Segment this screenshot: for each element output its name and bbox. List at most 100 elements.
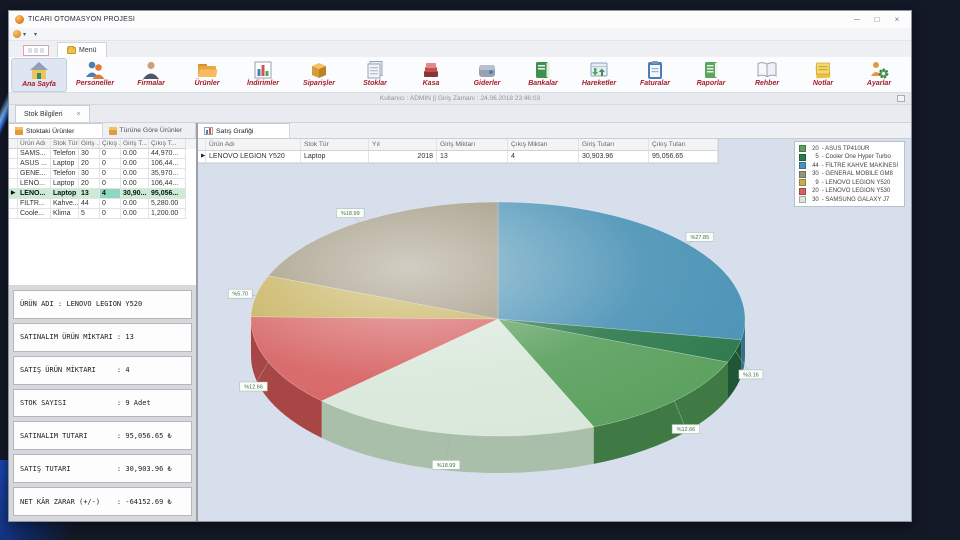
ribbon-item-label: Raporlar: [696, 80, 726, 87]
maximize-button[interactable]: □: [867, 12, 887, 27]
ribbon-item-label: Ana Sayfa: [22, 81, 56, 88]
desktop-background: TICARI OTOMASYON PROJESI ─ □ × ▾ ▾ Menü …: [0, 0, 960, 540]
minimize-button[interactable]: ─: [847, 12, 867, 27]
tab-t-r-ne-g-re-r-nler[interactable]: Türüne Göre Ürünler: [103, 123, 196, 138]
bank-icon: [532, 59, 554, 81]
table-cell: Laptop: [51, 179, 79, 189]
svg-text:%18.99: %18.99: [437, 463, 456, 469]
ribbon-item-sipari-ler[interactable]: Siparişler: [291, 58, 347, 92]
ribbon-item-kasa[interactable]: Kasa: [403, 58, 459, 92]
tab-stok-bilgileri[interactable]: Stok Bilgileri ×: [15, 105, 90, 122]
ribbon-item-label: İndirimler: [247, 80, 279, 87]
table-cell: Laptop: [51, 189, 79, 199]
column-header[interactable]: Çıkış T...: [149, 139, 186, 149]
ribbon-item-bankalar[interactable]: Bankalar: [515, 58, 571, 92]
table-cell: 0: [100, 149, 121, 159]
table-cell: 0.00: [121, 169, 149, 179]
column-header[interactable]: Stok Tür: [51, 139, 79, 149]
legend-item-general-mobile-gm8: 30- GENERAL MOBILE GM8: [798, 170, 898, 178]
ribbon-item-ana-sayfa[interactable]: Ana Sayfa: [11, 58, 67, 92]
table-row[interactable]: ASUS ... Laptop 20 0 0.00 106,44...: [9, 159, 196, 169]
column-header[interactable]: Çıkış Tutarı: [649, 139, 718, 151]
table-row[interactable]: LENO... Laptop 20 0 0.00 106,44...: [9, 179, 196, 189]
close-button[interactable]: ×: [887, 12, 907, 27]
invoice-icon: [644, 59, 666, 81]
table-row-selected[interactable]: ▶ LENO... Laptop 13 4 30,90... 95,056...: [9, 189, 196, 199]
column-header[interactable]: Çıkış Miktarı: [508, 139, 579, 151]
ribbon-item-label: Giderler: [473, 80, 501, 87]
table-cell: 0: [100, 209, 121, 219]
table-cell: 35,970...: [149, 169, 186, 179]
legend-item-lenovo-legion-y530: 20- LENOVO LEGION Y530: [798, 187, 898, 195]
table-cell: 0: [100, 159, 121, 169]
column-header[interactable]: Giriş Tutarı: [579, 139, 649, 151]
ribbon-item-hareketler[interactable]: Hareketler: [571, 58, 627, 92]
ribbon-item-raporlar[interactable]: Raporlar: [683, 58, 739, 92]
table-row[interactable]: Coole... Klima 5 0 0.00 1,200.00: [9, 209, 196, 219]
column-header[interactable]: Giriş T...: [121, 139, 149, 149]
legend-count: 5: [815, 154, 819, 160]
ribbon-status-strip: Kullanıcı : ADMIN || Giriş Zamanı : 24.0…: [9, 93, 911, 105]
legend-label: - LENOVO LEGION Y530: [821, 188, 891, 194]
table-cell: 20: [79, 159, 100, 169]
summary-box: SATIŞ ÜRÜN MİKTARI : 4: [13, 355, 192, 385]
column-header[interactable]: Yıl: [369, 139, 437, 151]
table-cell: LENOVO LEGION Y520: [206, 151, 301, 163]
ribbon-item-ayarlar[interactable]: Ayarlar: [851, 58, 907, 92]
column-header[interactable]: Giriş Miktarı: [437, 139, 508, 151]
papers-icon: [364, 59, 386, 81]
table-cell: 2018: [369, 151, 437, 163]
tab-satis-grafigi[interactable]: Satış Grafiği: [198, 123, 290, 138]
legend-label: - SAMSUNG GALAXY J7: [821, 196, 890, 203]
table-row-selected[interactable]: ▶ LENOVO LEGION Y520 Laptop 2018 13 4 30,903.9…: [198, 151, 718, 163]
summary-box: SATIŞ TUTARI : 30,903.96 ₺: [13, 454, 192, 484]
sales-year-table[interactable]: Ürün Adı Stok Tür Yıl Giriş Miktarı Çıkış Mi…: [198, 139, 719, 164]
legend-label: - LENOVO LEGION Y520: [821, 179, 891, 186]
table-cell: 95,056.65: [649, 151, 718, 163]
legend-color-swatch: [798, 170, 806, 178]
table-row[interactable]: SAMS... Telefon 30 0 0.00 44,970...: [9, 149, 196, 159]
toolbar-overflow-icon[interactable]: ▾: [34, 31, 37, 38]
table-cell: 5,280.00: [149, 199, 186, 209]
app-menu-icon[interactable]: [13, 30, 21, 38]
chevron-down-icon[interactable]: ▾: [23, 31, 26, 38]
tab-menu[interactable]: Menü: [57, 42, 107, 57]
column-header[interactable]: Ürün Adı: [18, 139, 51, 149]
tab-stoktaki-r-nler[interactable]: Stoktaki Ürünler: [9, 123, 103, 138]
cube-icon: [15, 127, 23, 135]
table-cell: Klima: [51, 209, 79, 219]
ribbon-item-firmalar[interactable]: Firmalar: [123, 58, 179, 92]
table-cell: 4: [100, 189, 121, 199]
stock-table[interactable]: Ürün AdıStok TürGiriş ...Çıkış ...Giriş …: [9, 139, 196, 285]
tab-satis-grafigi-label: Satış Grafiği: [216, 127, 254, 135]
legend-count: 20: [812, 188, 819, 194]
legend-item-asus-tp410ur: 20- ASUS TP410UR: [798, 145, 898, 152]
ribbon-item-giderler[interactable]: Giderler: [459, 58, 515, 92]
transfer-icon: [588, 59, 610, 81]
close-icon[interactable]: ×: [77, 111, 81, 118]
legend-item-cooler-one-hyper-turbo: 5- Cooler One Hyper Turbo: [798, 153, 898, 161]
column-header[interactable]: Ürün Adı: [206, 139, 301, 151]
ribbon-item-i-ndirimler[interactable]: İndirimler: [235, 58, 291, 92]
column-header[interactable]: Stok Tür: [301, 139, 369, 151]
report-icon: [700, 59, 722, 81]
ribbon-item-label: Bankalar: [528, 80, 558, 87]
column-header[interactable]: Çıkış ...: [100, 139, 121, 149]
ribbon-item-personeller[interactable]: Personeller: [67, 58, 123, 92]
ribbon-item-notlar[interactable]: Notlar: [795, 58, 851, 92]
skin-gallery-button[interactable]: [23, 45, 49, 56]
home-icon: [28, 60, 50, 82]
table-cell: 30,90...: [121, 189, 149, 199]
legend-color-swatch: [798, 196, 806, 203]
ribbon-item-rehber[interactable]: Rehber: [739, 58, 795, 92]
ribbon-item-faturalar[interactable]: Faturalar: [627, 58, 683, 92]
stock-table-header: Ürün AdıStok TürGiriş ...Çıkış ...Giriş …: [9, 139, 196, 149]
table-row[interactable]: GENE... Telefon 30 0 0.00 35,970...: [9, 169, 196, 179]
summary-box: STOK SAYISI : 9 Adet: [13, 388, 192, 418]
column-header[interactable]: Giriş ...: [79, 139, 100, 149]
table-cell: 106,44...: [149, 159, 186, 169]
table-row[interactable]: FİLTR... Kahve... 44 0 0.00 5,280.00: [9, 199, 196, 209]
ribbon-item-stoklar[interactable]: Stoklar: [347, 58, 403, 92]
panel-toggle-icon[interactable]: [897, 95, 905, 102]
ribbon-item-r-nler[interactable]: Ürünler: [179, 58, 235, 92]
